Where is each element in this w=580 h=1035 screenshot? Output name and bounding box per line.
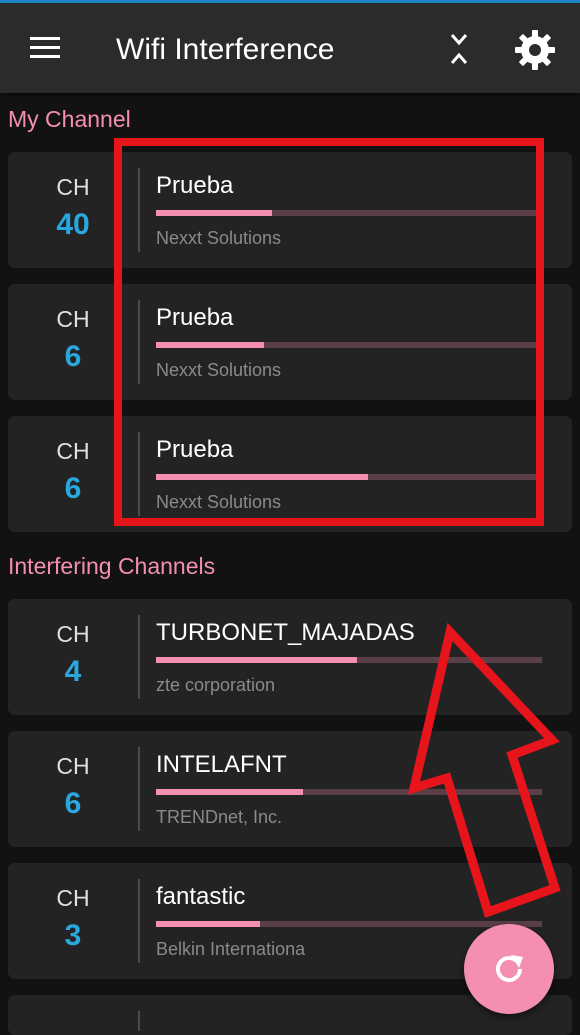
- refresh-button[interactable]: [464, 924, 554, 1014]
- annotation-arrow: [407, 622, 561, 918]
- refresh-icon: [496, 955, 523, 983]
- network-ssid: INTELAFNT: [156, 751, 287, 778]
- vendor-name: Belkin Internationa: [156, 939, 306, 959]
- channel-number: 6: [64, 787, 82, 820]
- my-channel-heading: My Channel: [8, 106, 131, 132]
- gear-icon[interactable]: [514, 29, 556, 71]
- channel-number: 3: [64, 919, 82, 952]
- page-title: Wifi Interference: [116, 33, 335, 66]
- channel-label: CH: [56, 621, 90, 647]
- interfering-channels-heading: Interfering Channels: [8, 553, 216, 579]
- app-bar: Wifi Interference: [0, 3, 580, 93]
- hamburger-menu-icon[interactable]: [28, 35, 62, 61]
- divider: [138, 879, 140, 963]
- channel-number: 4: [64, 655, 82, 688]
- collapse-arrows-icon[interactable]: [444, 31, 474, 67]
- vendor-name: TRENDnet, Inc.: [156, 807, 283, 827]
- channel-label: CH: [56, 885, 90, 911]
- signal-bar-fill: [156, 789, 303, 795]
- signal-bar: [156, 921, 542, 927]
- divider: [138, 615, 140, 699]
- divider: [138, 1011, 140, 1031]
- network-ssid: TURBONET_MAJADAS: [156, 619, 415, 646]
- divider: [138, 747, 140, 831]
- signal-bar-fill: [156, 921, 261, 927]
- annotation-highlight-box: [114, 138, 544, 526]
- channel-label: CH: [56, 753, 90, 779]
- signal-bar-fill: [156, 657, 357, 663]
- vendor-name: zte corporation: [156, 675, 276, 695]
- network-ssid: fantastic: [156, 883, 246, 910]
